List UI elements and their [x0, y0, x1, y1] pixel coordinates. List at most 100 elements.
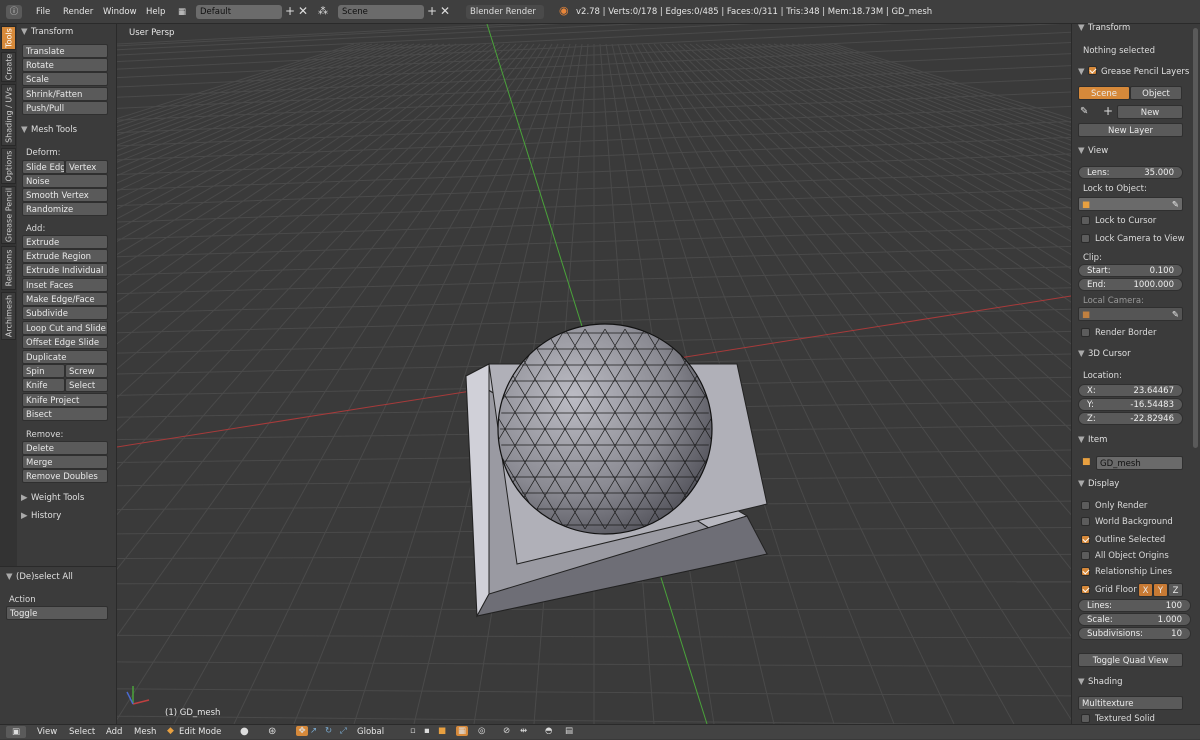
render-animation-icon[interactable]: ▤	[565, 726, 573, 736]
rotate-manipulator-icon[interactable]: ↻	[325, 726, 332, 736]
extrude-button[interactable]: Extrude	[22, 235, 108, 249]
mesh-tools-panel-header[interactable]: ▼Mesh Tools	[21, 122, 77, 138]
transform-panel-header[interactable]: ▼Transform	[21, 24, 73, 40]
smooth-vertex-button[interactable]: Smooth Vertex	[22, 188, 108, 202]
properties-scrollbar[interactable]	[1193, 28, 1198, 448]
extrude-individual-button[interactable]: Extrude Individual	[22, 263, 108, 277]
operator-panel-header[interactable]: ▼(De)select All	[6, 569, 73, 585]
lens-field[interactable]: Lens:35.000	[1078, 166, 1183, 179]
shading-mode-select[interactable]: Multitexture	[1078, 696, 1183, 710]
rotate-button[interactable]: Rotate	[22, 58, 108, 72]
vertex-select-icon[interactable]: ▫	[410, 726, 416, 736]
screen-layout-field[interactable]: Default	[196, 5, 282, 19]
info-editor-icon[interactable]: ⓘ	[6, 5, 22, 19]
textured-solid-checkbox[interactable]	[1081, 714, 1090, 723]
proportional-edit-icon[interactable]: ◎	[478, 726, 485, 736]
screw-button[interactable]: Screw	[65, 364, 108, 378]
tab-tools[interactable]: Tools	[1, 26, 16, 50]
scale-manipulator-icon[interactable]: ⤢	[340, 726, 347, 736]
extrude-region-button[interactable]: Extrude Region	[22, 249, 108, 263]
offset-edge-slide-button[interactable]: Offset Edge Slide	[22, 335, 108, 349]
face-select-icon[interactable]: ■	[438, 726, 446, 736]
grid-subdivisions-field[interactable]: Subdivisions:10	[1078, 627, 1191, 640]
eyedropper-icon[interactable]: ✎	[1172, 308, 1179, 321]
outline-selected-checkbox[interactable]	[1081, 535, 1090, 544]
tab-relations[interactable]: Relations	[1, 246, 16, 290]
edge-select-icon[interactable]: ▪	[424, 726, 430, 736]
weight-tools-panel-header[interactable]: ▶Weight Tools	[21, 490, 84, 506]
menu-window[interactable]: Window	[103, 0, 137, 24]
gp-scene-toggle[interactable]: Scene	[1078, 86, 1130, 100]
render-engine-select[interactable]: Blender Render	[466, 5, 544, 19]
shading-panel-header[interactable]: ▼Shading	[1078, 674, 1123, 690]
menu-mesh[interactable]: Mesh	[134, 725, 156, 740]
transform-props-header[interactable]: ▼Transform	[1078, 20, 1130, 36]
remove-doubles-button[interactable]: Remove Doubles	[22, 469, 108, 483]
manipulator-icon[interactable]: ✥	[296, 726, 308, 736]
cursor-y-field[interactable]: Y:-16.54483	[1078, 398, 1183, 411]
knife-button[interactable]: Knife	[22, 378, 65, 392]
item-panel-header[interactable]: ▼Item	[1078, 432, 1107, 448]
grid-lines-field[interactable]: Lines:100	[1078, 599, 1191, 612]
axis-y-toggle[interactable]: Y	[1153, 583, 1168, 597]
menu-add[interactable]: Add	[106, 725, 122, 740]
tab-create[interactable]: Create	[1, 52, 16, 82]
toggle-quad-view-button[interactable]: Toggle Quad View	[1078, 653, 1183, 667]
relationship-lines-checkbox[interactable]	[1081, 567, 1090, 576]
world-background-checkbox[interactable]	[1081, 517, 1090, 526]
gp-new-layer-button[interactable]: New Layer	[1078, 123, 1183, 137]
menu-select[interactable]: Select	[69, 725, 95, 740]
gp-object-toggle[interactable]: Object	[1130, 86, 1182, 100]
tab-grease-pencil[interactable]: Grease Pencil	[1, 186, 16, 244]
clip-start-field[interactable]: Start:0.100	[1078, 264, 1183, 277]
bisect-button[interactable]: Bisect	[22, 407, 108, 421]
cursor-z-field[interactable]: Z:-22.82946	[1078, 412, 1183, 425]
pivot-point-icon[interactable]: ⊛	[268, 726, 276, 737]
3d-cursor-panel-header[interactable]: ▼3D Cursor	[1078, 346, 1131, 362]
scene-icon[interactable]: ⁂	[318, 6, 328, 17]
lock-camera-checkbox[interactable]	[1081, 234, 1090, 243]
only-render-checkbox[interactable]	[1081, 501, 1090, 510]
translate-button[interactable]: Translate	[22, 44, 108, 58]
render-border-checkbox[interactable]	[1081, 328, 1090, 337]
duplicate-button[interactable]: Duplicate	[22, 350, 108, 364]
spin-button[interactable]: Spin	[22, 364, 65, 378]
delete-button[interactable]: Delete	[22, 441, 108, 455]
add-icon[interactable]: +	[1103, 104, 1113, 118]
limit-selection-icon[interactable]: ▦	[456, 726, 468, 736]
tab-shading-uvs[interactable]: Shading / UVs	[1, 84, 16, 146]
history-panel-header[interactable]: ▶History	[21, 508, 61, 524]
delete-scene-icon[interactable]: ✕	[440, 4, 450, 18]
subdivide-button[interactable]: Subdivide	[22, 306, 108, 320]
scale-button[interactable]: Scale	[22, 72, 108, 86]
display-panel-header[interactable]: ▼Display	[1078, 476, 1119, 492]
lock-object-field[interactable]: ■✎	[1078, 197, 1183, 211]
scene-field[interactable]: Scene	[338, 5, 424, 19]
tab-archimesh[interactable]: Archimesh	[1, 292, 16, 340]
view-panel-header[interactable]: ▼View	[1078, 143, 1108, 159]
3d-viewport[interactable]: User Persp (1) GD_mesh	[117, 24, 1071, 724]
render-icon[interactable]: ◓	[545, 726, 552, 736]
grease-pencil-layers-header[interactable]: ▼Grease Pencil Layers	[1078, 64, 1189, 80]
make-edge-face-button[interactable]: Make Edge/Face	[22, 292, 108, 306]
cursor-x-field[interactable]: X:23.64467	[1078, 384, 1183, 397]
delete-screen-icon[interactable]: ✕	[298, 4, 308, 18]
menu-file[interactable]: File	[36, 0, 50, 24]
knife-project-button[interactable]: Knife Project	[22, 393, 108, 407]
mode-select[interactable]: Edit Mode	[179, 725, 221, 740]
snap-icon[interactable]: ⊘	[503, 726, 510, 736]
loop-cut-button[interactable]: Loop Cut and Slide	[22, 321, 108, 335]
menu-render[interactable]: Render	[63, 0, 93, 24]
all-object-origins-checkbox[interactable]	[1081, 551, 1090, 560]
noise-button[interactable]: Noise	[22, 174, 108, 188]
action-select[interactable]: Toggle	[6, 606, 108, 620]
slide-vertex-button[interactable]: Vertex	[65, 160, 108, 174]
local-camera-field[interactable]: ■✎	[1078, 307, 1183, 321]
grid-scale-field[interactable]: Scale:1.000	[1078, 613, 1191, 626]
viewport-shading-icon[interactable]: ●	[240, 726, 249, 737]
add-scene-icon[interactable]: +	[427, 4, 437, 18]
grease-pencil-checkbox[interactable]	[1088, 66, 1097, 75]
shrink-fatten-button[interactable]: Shrink/Fatten	[22, 87, 108, 101]
orientation-select[interactable]: Global	[357, 725, 384, 740]
inset-faces-button[interactable]: Inset Faces	[22, 278, 108, 292]
